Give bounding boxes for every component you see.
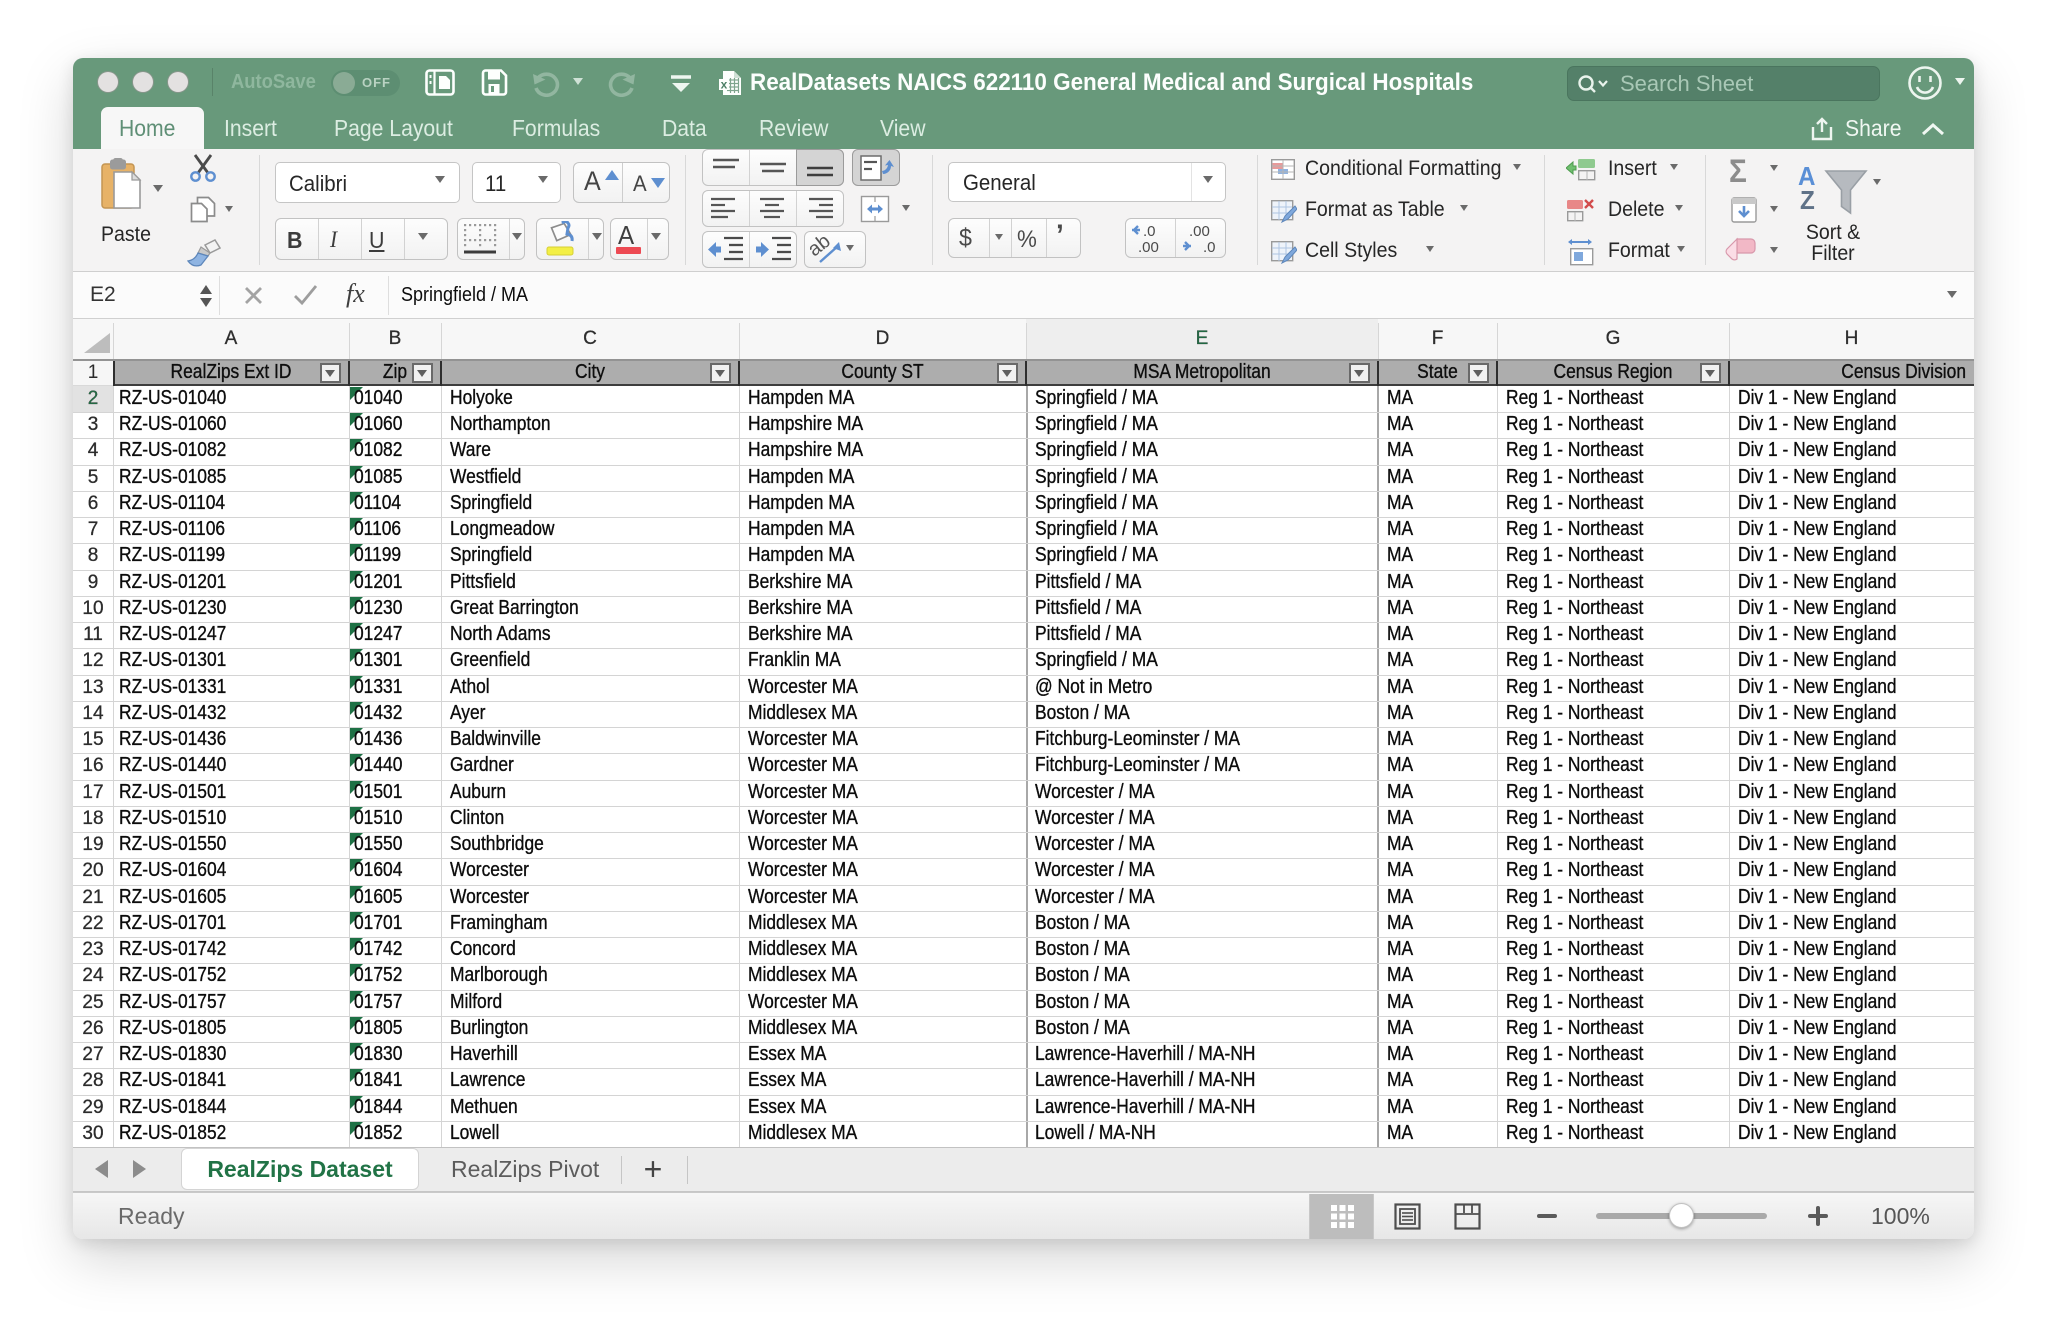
svg-text:.00: .00 <box>1189 223 1210 240</box>
svg-text:ab: ab <box>810 234 835 261</box>
svg-text:.00: .00 <box>1138 239 1159 254</box>
svg-text:x: x <box>721 78 728 92</box>
svg-text:.0: .0 <box>1143 223 1156 240</box>
svg-text:.0: .0 <box>1203 239 1216 254</box>
